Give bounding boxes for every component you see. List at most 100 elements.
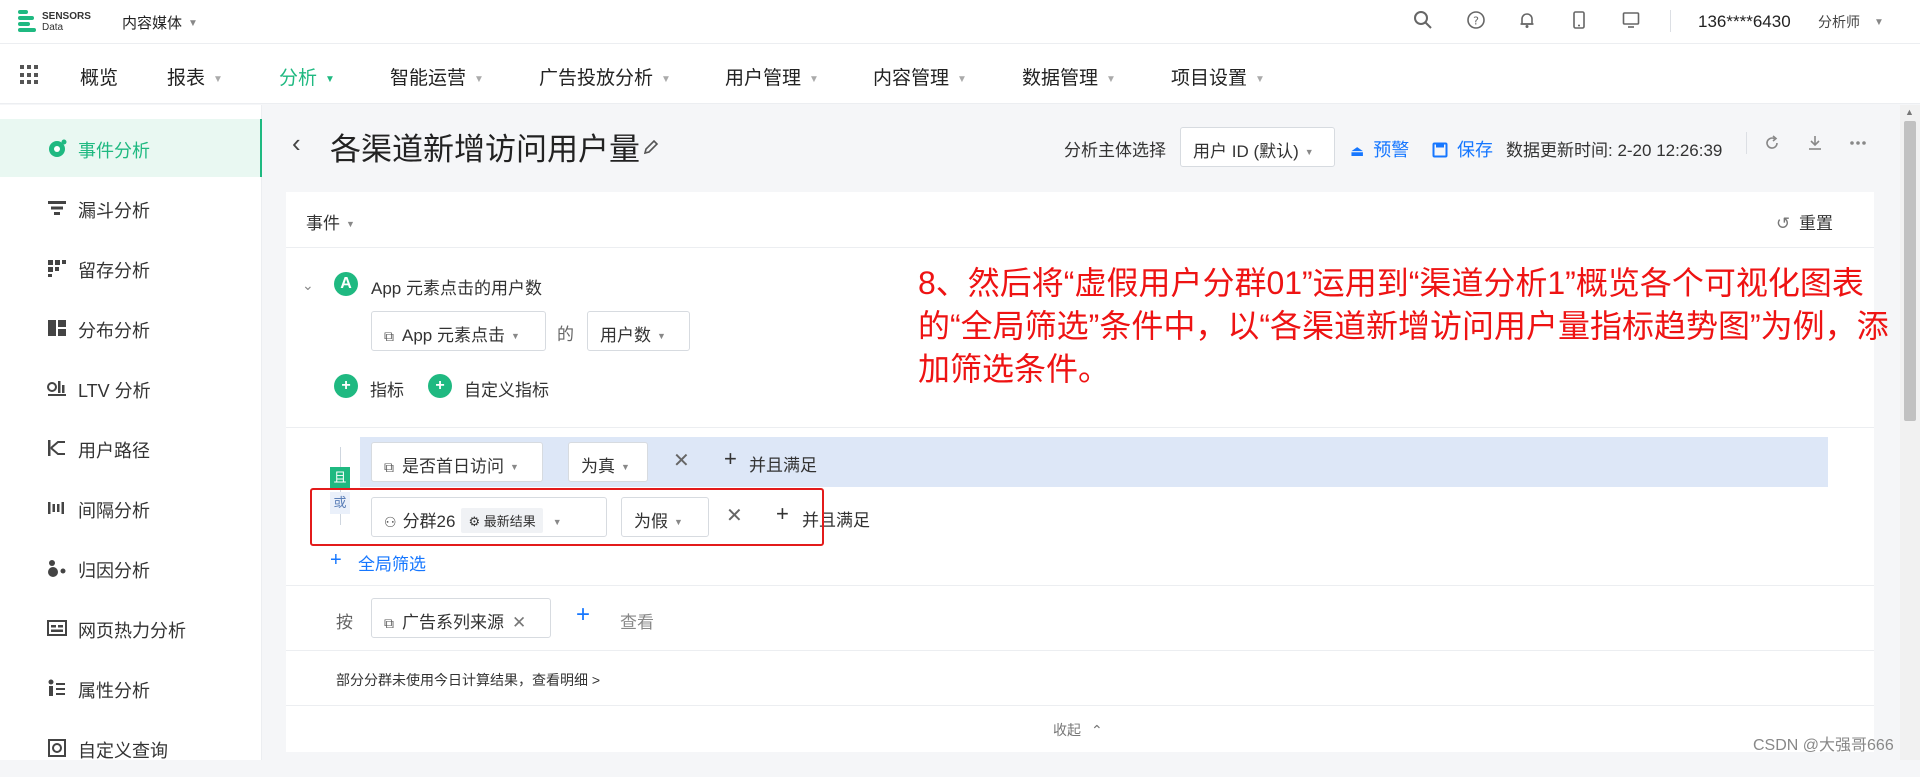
page-scrollbar[interactable]: ▲	[1900, 105, 1920, 760]
download-icon[interactable]	[1806, 134, 1824, 157]
project-switcher[interactable]: 内容媒体 ▼	[122, 12, 198, 33]
collapse-button[interactable]: 收起 ⌃	[1053, 720, 1103, 740]
sidebar-item-label: 分布分析	[78, 321, 150, 341]
chevron-down-icon: ▼	[1304, 147, 1314, 157]
and-toggle[interactable]: 且	[330, 467, 350, 489]
divider	[1746, 132, 1747, 154]
alert-button[interactable]: ⏏ 预警	[1350, 136, 1409, 162]
role-switcher[interactable]: 分析师 ▼	[1818, 12, 1884, 32]
sidebar-item-property-analysis[interactable]: 属性分析	[0, 659, 262, 717]
add-custom-metric-button[interactable]: 自定义指标	[464, 376, 549, 401]
sensors-data-logo[interactable]: SENSORS Data	[18, 8, 108, 36]
sidebar-item-label: 间隔分析	[78, 501, 150, 521]
sidebar-item-custom-query[interactable]: 自定义查询	[0, 719, 262, 777]
add-group-icon[interactable]: +	[576, 601, 590, 629]
metric-name[interactable]: App 元素点击的用户数	[371, 274, 542, 299]
subject-select[interactable]: 用户 ID (默认) ▼	[1180, 127, 1335, 167]
nav-analysis[interactable]: 分析 ▼	[279, 63, 335, 90]
add-and-condition-icon[interactable]: +	[724, 446, 737, 472]
event-icon: ⧉	[384, 328, 394, 344]
view-button[interactable]: 查看	[620, 608, 654, 633]
sidebar-item-label: LTV 分析	[78, 381, 151, 401]
search-icon[interactable]	[1411, 10, 1435, 34]
sidebar-item-label: 用户路径	[78, 441, 150, 461]
segment-hint-link[interactable]: 部分分群未使用今日计算结果，查看明细 >	[336, 670, 600, 690]
nav-project-settings[interactable]: 项目设置 ▼	[1171, 63, 1265, 90]
sidebar-item-label: 漏斗分析	[78, 201, 150, 221]
event-type-select[interactable]: 事件 ▼	[306, 209, 355, 234]
collapse-chevron-icon[interactable]: ⌄	[302, 277, 314, 294]
sidebar-item-funnel-analysis[interactable]: 漏斗分析	[0, 179, 262, 237]
measure-select[interactable]: 用户数 ▼	[587, 311, 690, 351]
save-button[interactable]: 保存	[1432, 136, 1493, 162]
add-global-filter-icon[interactable]: +	[330, 549, 342, 572]
back-icon[interactable]: ‹	[292, 128, 301, 159]
sidebar-item-heatmap-analysis[interactable]: 网页热力分析	[0, 599, 262, 657]
chevron-down-icon: ▼	[510, 462, 519, 472]
sidebar-item-attribution-analysis[interactable]: 归因分析	[0, 539, 262, 597]
funnel-icon	[46, 198, 68, 218]
chevron-down-icon: ▼	[957, 74, 967, 85]
refresh-icon[interactable]	[1763, 134, 1781, 157]
divider	[286, 427, 1874, 428]
chevron-down-icon: ▼	[1874, 17, 1884, 28]
monitor-icon[interactable]	[1619, 10, 1643, 34]
add-custom-metric-icon[interactable]: +	[428, 374, 452, 398]
divider	[1670, 10, 1671, 32]
and-satisfy-button[interactable]: 并且满足	[749, 451, 817, 476]
nav-content-mgmt[interactable]: 内容管理 ▼	[873, 63, 967, 90]
filter-field-select[interactable]: ⧉ 是否首日访问 ▼	[371, 442, 543, 482]
apps-grid-icon[interactable]	[20, 65, 40, 85]
chevron-down-icon: ▼	[621, 462, 630, 472]
top-bar: SENSORS Data 内容媒体 ▼ ? 136****6430 分析师 ▼	[0, 0, 1920, 44]
pencil-icon[interactable]	[642, 138, 660, 161]
chevron-down-icon: ▼	[474, 74, 484, 85]
divider	[286, 585, 1874, 586]
remove-group-icon[interactable]: ✕	[512, 613, 526, 632]
nav-ad-analysis[interactable]: 广告投放分析 ▼	[539, 63, 671, 90]
sidebar-item-interval-analysis[interactable]: 间隔分析	[0, 479, 262, 537]
bell-icon[interactable]	[1515, 10, 1539, 34]
sidebar-item-label: 自定义查询	[78, 741, 168, 761]
sidebar-item-label: 留存分析	[78, 261, 150, 281]
user-account[interactable]: 136****6430	[1698, 12, 1791, 32]
more-icon[interactable]	[1848, 134, 1868, 157]
help-icon[interactable]: ?	[1464, 10, 1488, 34]
nav-data-mgmt[interactable]: 数据管理 ▼	[1022, 63, 1116, 90]
chevron-down-icon: ▼	[510, 331, 520, 341]
nav-overview[interactable]: 概览	[80, 63, 118, 90]
sidebar-item-user-path[interactable]: 用户路径	[0, 419, 262, 477]
sidebar-item-distribution-analysis[interactable]: 分布分析	[0, 299, 262, 357]
analysis-sidebar: 事件分析 漏斗分析 留存分析 分布分析 LTV 分析 用户路径 间隔分析 归因分…	[0, 105, 262, 761]
nav-smart-ops[interactable]: 智能运营 ▼	[390, 63, 484, 90]
global-filter-button[interactable]: 全局筛选	[358, 550, 426, 575]
chevron-down-icon: ▼	[1255, 74, 1265, 85]
user-path-icon	[46, 438, 68, 458]
chevron-down-icon: ▼	[1106, 74, 1116, 85]
logo-text: SENSORS Data	[42, 11, 91, 33]
tutorial-annotation: 8、然后将“虚假用户分群01”运用到“渠道分析1”概览各个可视化图表的“全局筛选…	[918, 265, 1889, 387]
main-nav: 概览 报表 ▼ 分析 ▼ 智能运营 ▼ 广告投放分析 ▼ 用户管理 ▼ 内容管理 ▼ 数据管…	[0, 44, 1920, 104]
chevron-down-icon: ▼	[213, 74, 223, 85]
sidebar-item-event-analysis[interactable]: 事件分析	[0, 119, 262, 177]
filter-operator-select[interactable]: 为真 ▼	[568, 442, 648, 482]
nav-reports[interactable]: 报表 ▼	[167, 63, 223, 90]
sidebar-item-retention-analysis[interactable]: 留存分析	[0, 239, 262, 297]
sidebar-item-ltv-analysis[interactable]: LTV 分析	[0, 359, 262, 417]
reset-button[interactable]: ↺ 重置	[1776, 209, 1833, 234]
chevron-down-icon: ▼	[661, 74, 671, 85]
ltv-icon	[46, 378, 68, 398]
property-icon: ⧉	[384, 459, 394, 475]
custom-query-icon	[46, 738, 68, 758]
scroll-up-arrow-icon[interactable]: ▲	[1905, 107, 1914, 117]
logo-mark-icon	[18, 10, 36, 34]
mobile-icon[interactable]	[1567, 10, 1591, 34]
scroll-thumb[interactable]	[1904, 121, 1916, 421]
group-by-select[interactable]: ⧉ 广告系列来源 ✕	[371, 598, 551, 638]
remove-filter-icon[interactable]: ✕	[673, 448, 690, 473]
add-metric-icon[interactable]: +	[334, 374, 358, 398]
event-select[interactable]: ⧉ App 元素点击 ▼	[371, 311, 546, 351]
nav-user-mgmt[interactable]: 用户管理 ▼	[725, 63, 819, 90]
heatmap-icon	[46, 618, 68, 638]
add-metric-button[interactable]: 指标	[370, 376, 404, 401]
